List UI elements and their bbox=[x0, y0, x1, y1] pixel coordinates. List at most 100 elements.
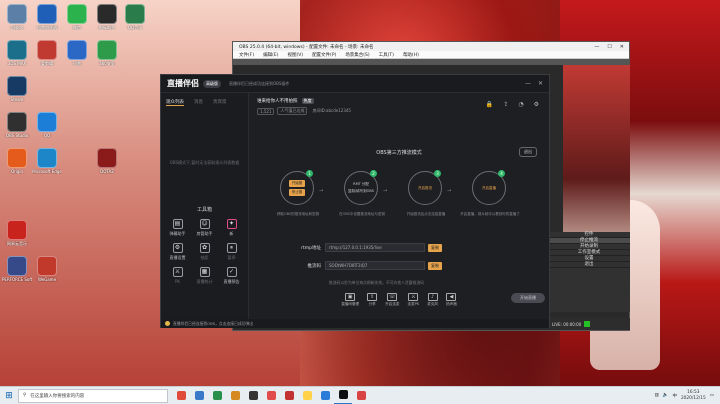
bell-icon[interactable]: ◔ bbox=[518, 101, 523, 108]
desktop-icon-label: QQ bbox=[43, 133, 51, 138]
tool-item[interactable]: ☺ 房管助手 bbox=[191, 219, 218, 237]
taskbar-app[interactable] bbox=[280, 387, 298, 404]
desktop-icon[interactable]: Microsoft Edge bbox=[32, 148, 62, 174]
start-live-button[interactable]: 开始直播 bbox=[511, 293, 545, 303]
bottom-toolbar: ▣ 直播间管理 ⇪ 分享 ☏ 开启连麦 ⚔ 连麦PK ♪ 麦克风 ◀ 扬声器 bbox=[249, 287, 549, 313]
taskbar-app[interactable] bbox=[262, 387, 280, 404]
desktop-icon-label: 360安全 bbox=[99, 61, 115, 66]
desktop-icon[interactable]: 3DS MAX bbox=[2, 40, 32, 66]
obs-menu-item[interactable]: 场景集合(S) bbox=[345, 52, 369, 58]
desktop-icon[interactable]: Origin bbox=[2, 148, 32, 174]
obs-menu-item[interactable]: 文件(F) bbox=[239, 52, 254, 58]
bottom-tool[interactable]: ☏ 开启连麦 bbox=[385, 293, 400, 307]
step-button[interactable]: 停止推 bbox=[288, 189, 306, 196]
ime-indicator[interactable]: 中 bbox=[672, 393, 677, 399]
tool-item[interactable]: ✦ 新 bbox=[218, 219, 245, 237]
tool-item[interactable]: ▦ 直播统计 bbox=[191, 267, 218, 285]
taskbar-app[interactable] bbox=[298, 387, 316, 404]
bottom-tool[interactable]: ⇪ 分享 bbox=[367, 293, 378, 307]
tool-item[interactable]: ⚙ 直播设置 bbox=[164, 243, 191, 261]
bottom-tool[interactable]: ▣ 直播间管理 bbox=[341, 293, 359, 307]
windows-start-icon[interactable]: ⊞ bbox=[0, 387, 18, 404]
toolbox-title: 工具箱 bbox=[196, 207, 212, 213]
desktop-icon[interactable]: QQ bbox=[32, 112, 62, 138]
desktop-icon[interactable]: 回收站 bbox=[2, 4, 32, 30]
room-icon: ▣ bbox=[345, 293, 356, 301]
tool-item[interactable]: ⚔ PK bbox=[164, 267, 191, 285]
taskbar: ⊞ ⚲ 在这里输入你要搜索的内容 ▥ 🔈 中 16:53 2020/12/15 … bbox=[0, 386, 720, 404]
taskbar-app[interactable] bbox=[208, 387, 226, 404]
warning-icon bbox=[165, 321, 170, 326]
taskbar-app[interactable] bbox=[316, 387, 334, 404]
taskbar-app[interactable] bbox=[352, 387, 370, 404]
maximize-icon[interactable]: ☐ bbox=[607, 44, 611, 50]
desktop-icon[interactable]: PERFORCE Software bbox=[2, 256, 32, 282]
wechat-icon bbox=[67, 4, 87, 24]
bottom-tool[interactable]: ◀ 扬声器 bbox=[446, 293, 457, 307]
taskbar-app[interactable] bbox=[190, 387, 208, 404]
desktop-icon[interactable]: Steam bbox=[2, 76, 32, 102]
minimize-icon[interactable]: — bbox=[525, 80, 531, 87]
desktop-icon[interactable]: 迅雷加速器 bbox=[32, 4, 62, 30]
obs-menu-item[interactable]: 工具(T) bbox=[379, 52, 394, 58]
bottom-tool[interactable]: ♪ 麦克风 bbox=[427, 293, 438, 307]
taskbar-app[interactable] bbox=[244, 387, 262, 404]
stream-key-field[interactable]: SODtWH7DIRT3IQ7 bbox=[325, 261, 425, 270]
sidebar-tab[interactable]: 贵宾席 bbox=[213, 99, 227, 106]
obs-menu-item[interactable]: 视图(V) bbox=[287, 52, 303, 58]
copy-rtmp-button[interactable]: 复制 bbox=[428, 243, 442, 252]
network-icon[interactable]: ▥ bbox=[655, 393, 659, 398]
obs-control-button[interactable]: 退出 bbox=[548, 262, 630, 268]
sidebar-tab[interactable]: 消息 bbox=[194, 99, 203, 106]
desktop-icon[interactable]: 360安全 bbox=[92, 40, 122, 66]
close-icon[interactable]: ✕ bbox=[620, 44, 624, 50]
bottom-tool-label: 直播间管理 bbox=[341, 302, 360, 306]
desktop-icon[interactable]: WeGame bbox=[32, 256, 62, 282]
tool-item[interactable]: ✓ 直播预告 bbox=[218, 267, 245, 285]
version-badge[interactable]: 高级版 bbox=[203, 79, 221, 88]
rtmp-field[interactable]: rtmp://127.0.0.1:1935/live bbox=[325, 243, 425, 252]
desktop-icon[interactable]: 微信 bbox=[62, 4, 92, 30]
minimize-icon[interactable]: — bbox=[594, 44, 599, 50]
desktop-icon[interactable]: 迅雷 bbox=[62, 40, 92, 66]
exit-mode-button[interactable]: 退出 bbox=[519, 147, 537, 157]
obs-menu-item[interactable]: 配置文件(P) bbox=[312, 52, 336, 58]
desktop-icon-label: 微信 bbox=[73, 25, 81, 30]
clock[interactable]: 16:53 2020/12/15 bbox=[681, 390, 706, 402]
obs-menu-item[interactable]: 编辑(E) bbox=[263, 52, 278, 58]
taskbar-app[interactable] bbox=[226, 387, 244, 404]
obs-menu-item[interactable]: 帮助(H) bbox=[403, 52, 419, 58]
desktop-icon[interactable]: QQ音乐 bbox=[120, 4, 150, 30]
desktop-icon-label: Microsoft Edge bbox=[32, 169, 62, 174]
obs-preview[interactable] bbox=[563, 65, 630, 255]
taskbar-app[interactable] bbox=[334, 387, 352, 404]
desktop-icon[interactable]: DOTA2 bbox=[92, 148, 122, 174]
tool-item[interactable]: ✿ 抽奖 bbox=[191, 243, 218, 261]
bottom-tool[interactable]: ⚔ 连麦PK bbox=[408, 293, 419, 307]
taskbar-app[interactable] bbox=[172, 387, 190, 404]
room-title[interactable]: 谁来给你人不用拍照 bbox=[257, 98, 298, 104]
share-icon[interactable]: ⇪ bbox=[503, 101, 508, 108]
step-caption: 开启直播，观众就可以看到你的直播了 bbox=[460, 212, 520, 216]
taskbar-search[interactable]: ⚲ 在这里输入你要搜索的内容 bbox=[18, 388, 168, 403]
desktop-icon[interactable]: 网易云音乐 bbox=[2, 220, 32, 246]
volume-icon[interactable]: 🔈 bbox=[663, 393, 669, 398]
desktop-icon-label: PERFORCE Software bbox=[2, 277, 32, 282]
tool-item[interactable]: ⏸ 暂停 bbox=[218, 243, 245, 261]
close-icon[interactable]: ✕ bbox=[538, 80, 543, 87]
tool-item[interactable]: ▤ 弹幕助手 bbox=[164, 219, 191, 237]
copy-key-button[interactable]: 复制 bbox=[428, 261, 442, 270]
notification-icon[interactable]: ▭ bbox=[710, 393, 714, 398]
speaker-icon: ◀ bbox=[446, 293, 457, 301]
lock-icon[interactable]: 🔒 bbox=[486, 101, 493, 108]
step-text: 开启直播 bbox=[482, 185, 496, 190]
desktop-icon[interactable]: OBS Studio bbox=[2, 112, 32, 138]
editor-icon bbox=[37, 40, 57, 60]
desktop-icon[interactable]: 图标助手 bbox=[92, 4, 122, 30]
step-text: RMT 分配 bbox=[353, 182, 369, 186]
step-button[interactable]: 开始推 bbox=[288, 180, 306, 187]
steam-icon bbox=[7, 76, 27, 96]
desktop-icon[interactable]: 爱剪辑 bbox=[32, 40, 62, 66]
sidebar-tab[interactable]: 观众列表 bbox=[166, 99, 184, 106]
settings-icon[interactable]: ⚙ bbox=[534, 101, 539, 108]
